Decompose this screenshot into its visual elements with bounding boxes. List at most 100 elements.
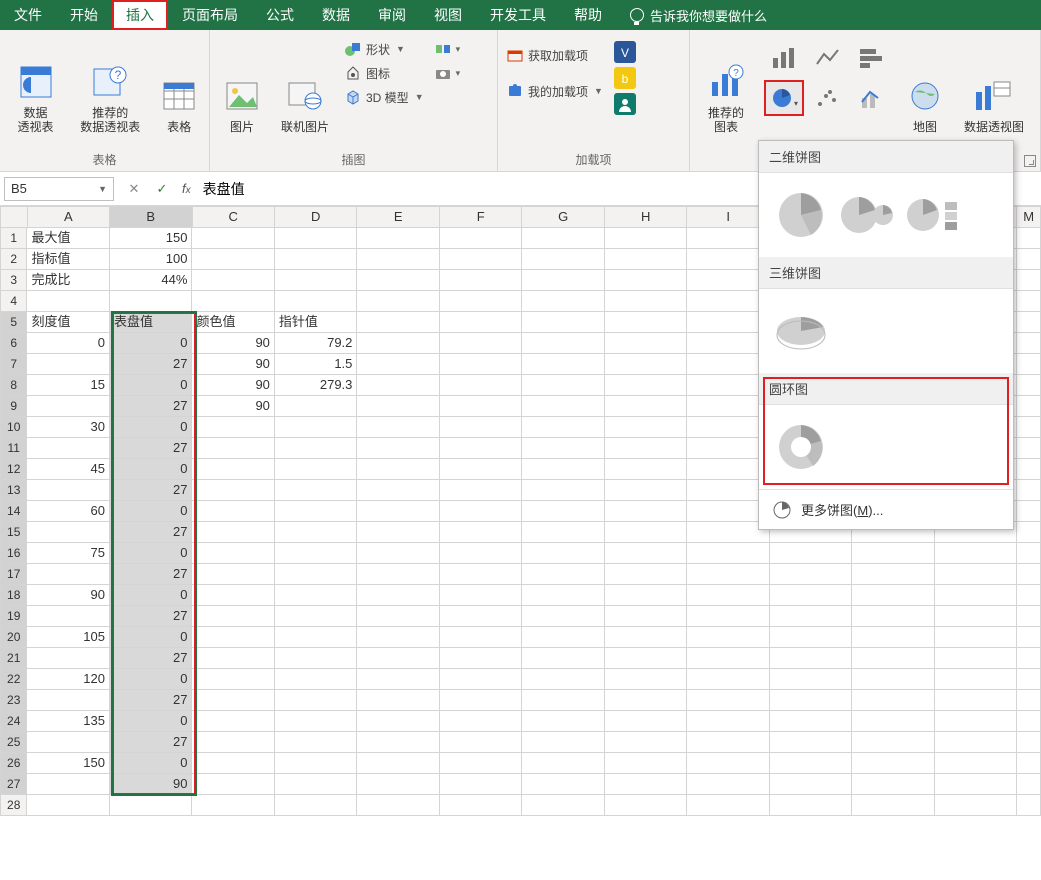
menu-item-6[interactable]: 审阅 <box>364 0 420 30</box>
row-header-6[interactable]: 6 <box>0 333 27 354</box>
cell-H24[interactable] <box>605 711 687 732</box>
cell-E25[interactable] <box>357 732 439 753</box>
col-header-A[interactable]: A <box>28 206 110 228</box>
cell-E15[interactable] <box>357 522 439 543</box>
cell-D1[interactable] <box>275 228 357 249</box>
cell-M25[interactable] <box>1017 732 1041 753</box>
cell-B14[interactable]: 0 <box>110 501 192 522</box>
cell-A19[interactable] <box>27 606 109 627</box>
cell-F26[interactable] <box>440 753 522 774</box>
cell-C25[interactable] <box>192 732 274 753</box>
cell-H9[interactable] <box>605 396 687 417</box>
cell-D14[interactable] <box>275 501 357 522</box>
cell-C17[interactable] <box>192 564 274 585</box>
cell-D7[interactable]: 1.5 <box>275 354 357 375</box>
cell-B25[interactable]: 27 <box>110 732 192 753</box>
cell-D5[interactable]: 指针值 <box>275 312 357 333</box>
cell-J28[interactable] <box>770 795 852 816</box>
row-header-7[interactable]: 7 <box>0 354 27 375</box>
cell-D18[interactable] <box>275 585 357 606</box>
cell-H3[interactable] <box>605 270 687 291</box>
cell-A5[interactable]: 刻度值 <box>27 312 109 333</box>
cell-H12[interactable] <box>605 459 687 480</box>
row-header-28[interactable]: 28 <box>0 795 27 816</box>
cell-M7[interactable] <box>1017 354 1041 375</box>
cell-M22[interactable] <box>1017 669 1041 690</box>
cell-B26[interactable]: 0 <box>110 753 192 774</box>
cell-F22[interactable] <box>440 669 522 690</box>
pivot-chart-button[interactable]: 数据透视图 <box>958 34 1030 134</box>
cell-B4[interactable] <box>110 291 192 312</box>
cell-E8[interactable] <box>357 375 439 396</box>
cell-L20[interactable] <box>935 627 1017 648</box>
cell-G15[interactable] <box>522 522 604 543</box>
cell-A23[interactable] <box>27 690 109 711</box>
cell-G3[interactable] <box>522 270 604 291</box>
cell-M17[interactable] <box>1017 564 1041 585</box>
row-header-21[interactable]: 21 <box>0 648 27 669</box>
cell-F10[interactable] <box>440 417 522 438</box>
cell-H4[interactable] <box>605 291 687 312</box>
cell-G17[interactable] <box>522 564 604 585</box>
cell-M26[interactable] <box>1017 753 1041 774</box>
cell-I22[interactable] <box>687 669 769 690</box>
cell-M8[interactable] <box>1017 375 1041 396</box>
cell-C6[interactable]: 90 <box>192 333 274 354</box>
cell-H17[interactable] <box>605 564 687 585</box>
cell-D12[interactable] <box>275 459 357 480</box>
cell-L23[interactable] <box>935 690 1017 711</box>
cell-J27[interactable] <box>770 774 852 795</box>
cell-J25[interactable] <box>770 732 852 753</box>
cell-G4[interactable] <box>522 291 604 312</box>
select-all-corner[interactable] <box>0 206 28 228</box>
column-chart-icon[interactable] <box>764 40 804 76</box>
pie-3d-option[interactable] <box>773 303 829 359</box>
row-header-3[interactable]: 3 <box>0 270 27 291</box>
cell-L22[interactable] <box>935 669 1017 690</box>
cell-B3[interactable]: 44% <box>110 270 192 291</box>
cell-E13[interactable] <box>357 480 439 501</box>
cell-C8[interactable]: 90 <box>192 375 274 396</box>
row-header-16[interactable]: 16 <box>0 543 27 564</box>
cell-A1[interactable]: 最大值 <box>27 228 109 249</box>
cell-I27[interactable] <box>687 774 769 795</box>
cell-M20[interactable] <box>1017 627 1041 648</box>
cell-J22[interactable] <box>770 669 852 690</box>
cell-L26[interactable] <box>935 753 1017 774</box>
cancel-fx-icon[interactable]: ✕ <box>120 181 148 197</box>
cell-D25[interactable] <box>275 732 357 753</box>
cell-F20[interactable] <box>440 627 522 648</box>
col-header-C[interactable]: C <box>193 206 275 228</box>
cell-A3[interactable]: 完成比 <box>27 270 109 291</box>
cell-K25[interactable] <box>852 732 934 753</box>
cell-E17[interactable] <box>357 564 439 585</box>
cell-F23[interactable] <box>440 690 522 711</box>
cell-F28[interactable] <box>440 795 522 816</box>
menu-item-8[interactable]: 开发工具 <box>476 0 560 30</box>
row-header-20[interactable]: 20 <box>0 627 27 648</box>
cell-K28[interactable] <box>852 795 934 816</box>
cell-F9[interactable] <box>440 396 522 417</box>
cell-A25[interactable] <box>27 732 109 753</box>
cell-G28[interactable] <box>522 795 604 816</box>
cell-H13[interactable] <box>605 480 687 501</box>
cell-C7[interactable]: 90 <box>192 354 274 375</box>
cell-A21[interactable] <box>27 648 109 669</box>
cell-B20[interactable]: 0 <box>110 627 192 648</box>
pie-2d-option[interactable] <box>773 187 829 243</box>
cell-F1[interactable] <box>440 228 522 249</box>
cell-G12[interactable] <box>522 459 604 480</box>
col-header-D[interactable]: D <box>275 206 357 228</box>
cell-D27[interactable] <box>275 774 357 795</box>
col-header-E[interactable]: E <box>357 206 439 228</box>
cell-M4[interactable] <box>1017 291 1041 312</box>
map-button[interactable]: 地图 <box>902 34 948 134</box>
cell-A14[interactable]: 60 <box>27 501 109 522</box>
row-header-26[interactable]: 26 <box>0 753 27 774</box>
cell-E20[interactable] <box>357 627 439 648</box>
cell-G25[interactable] <box>522 732 604 753</box>
cell-G5[interactable] <box>522 312 604 333</box>
cell-C22[interactable] <box>192 669 274 690</box>
col-header-M[interactable]: M <box>1017 206 1041 228</box>
cell-D11[interactable] <box>275 438 357 459</box>
